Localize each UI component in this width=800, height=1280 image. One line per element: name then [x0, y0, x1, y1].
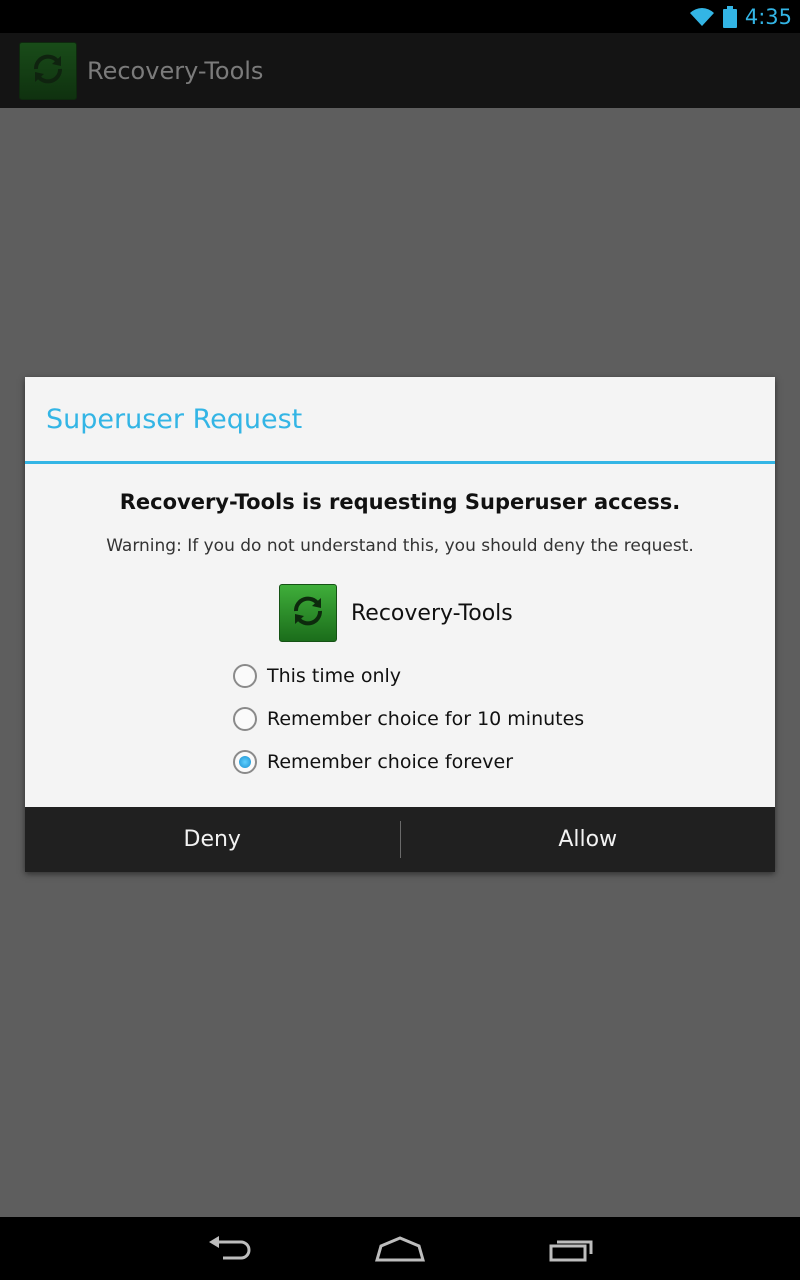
option-remember-forever[interactable]: Remember choice forever: [233, 740, 584, 783]
action-bar: Recovery-Tools: [0, 33, 800, 108]
option-label: This time only: [267, 664, 402, 687]
request-text: Recovery-Tools is requesting Superuser a…: [119, 490, 681, 514]
status-bar: 4:35: [0, 0, 800, 33]
dialog-button-bar: Deny Allow: [25, 807, 775, 872]
recent-apps-icon[interactable]: [547, 1234, 597, 1268]
deny-button[interactable]: Deny: [25, 807, 400, 872]
refresh-icon: [28, 49, 68, 93]
option-label: Remember choice for 10 minutes: [267, 707, 585, 730]
option-remember-10-minutes[interactable]: Remember choice for 10 minutes: [233, 697, 584, 740]
home-icon[interactable]: [373, 1234, 427, 1268]
app-name: Recovery-Tools: [351, 600, 513, 626]
dialog-body: Recovery-Tools is requesting Superuser a…: [25, 464, 775, 807]
app-icon[interactable]: [19, 41, 77, 100]
app-info: Recovery-Tools: [279, 584, 513, 642]
navigation-bar: [0, 1217, 800, 1280]
dialog-title: Superuser Request: [25, 377, 775, 464]
remember-options: This time only Remember choice for 10 mi…: [233, 654, 584, 783]
option-label: Remember choice forever: [267, 750, 514, 773]
radio-button[interactable]: [233, 663, 257, 688]
app-icon-large: [279, 584, 337, 642]
battery-icon: [722, 5, 737, 28]
radio-selected-dot: [239, 755, 251, 768]
allow-button[interactable]: Allow: [401, 807, 776, 872]
app-title: Recovery-Tools: [87, 56, 264, 85]
refresh-icon: [288, 591, 328, 635]
wifi-icon: [689, 7, 715, 27]
option-this-time-only[interactable]: This time only: [233, 654, 584, 697]
superuser-dialog: Superuser Request Recovery-Tools is requ…: [25, 377, 775, 872]
status-time: 4:35: [744, 4, 792, 29]
radio-button[interactable]: [233, 706, 257, 731]
radio-button-selected[interactable]: [233, 749, 257, 774]
warning-text: Warning: If you do not understand this, …: [106, 536, 694, 556]
back-icon[interactable]: [205, 1234, 255, 1268]
